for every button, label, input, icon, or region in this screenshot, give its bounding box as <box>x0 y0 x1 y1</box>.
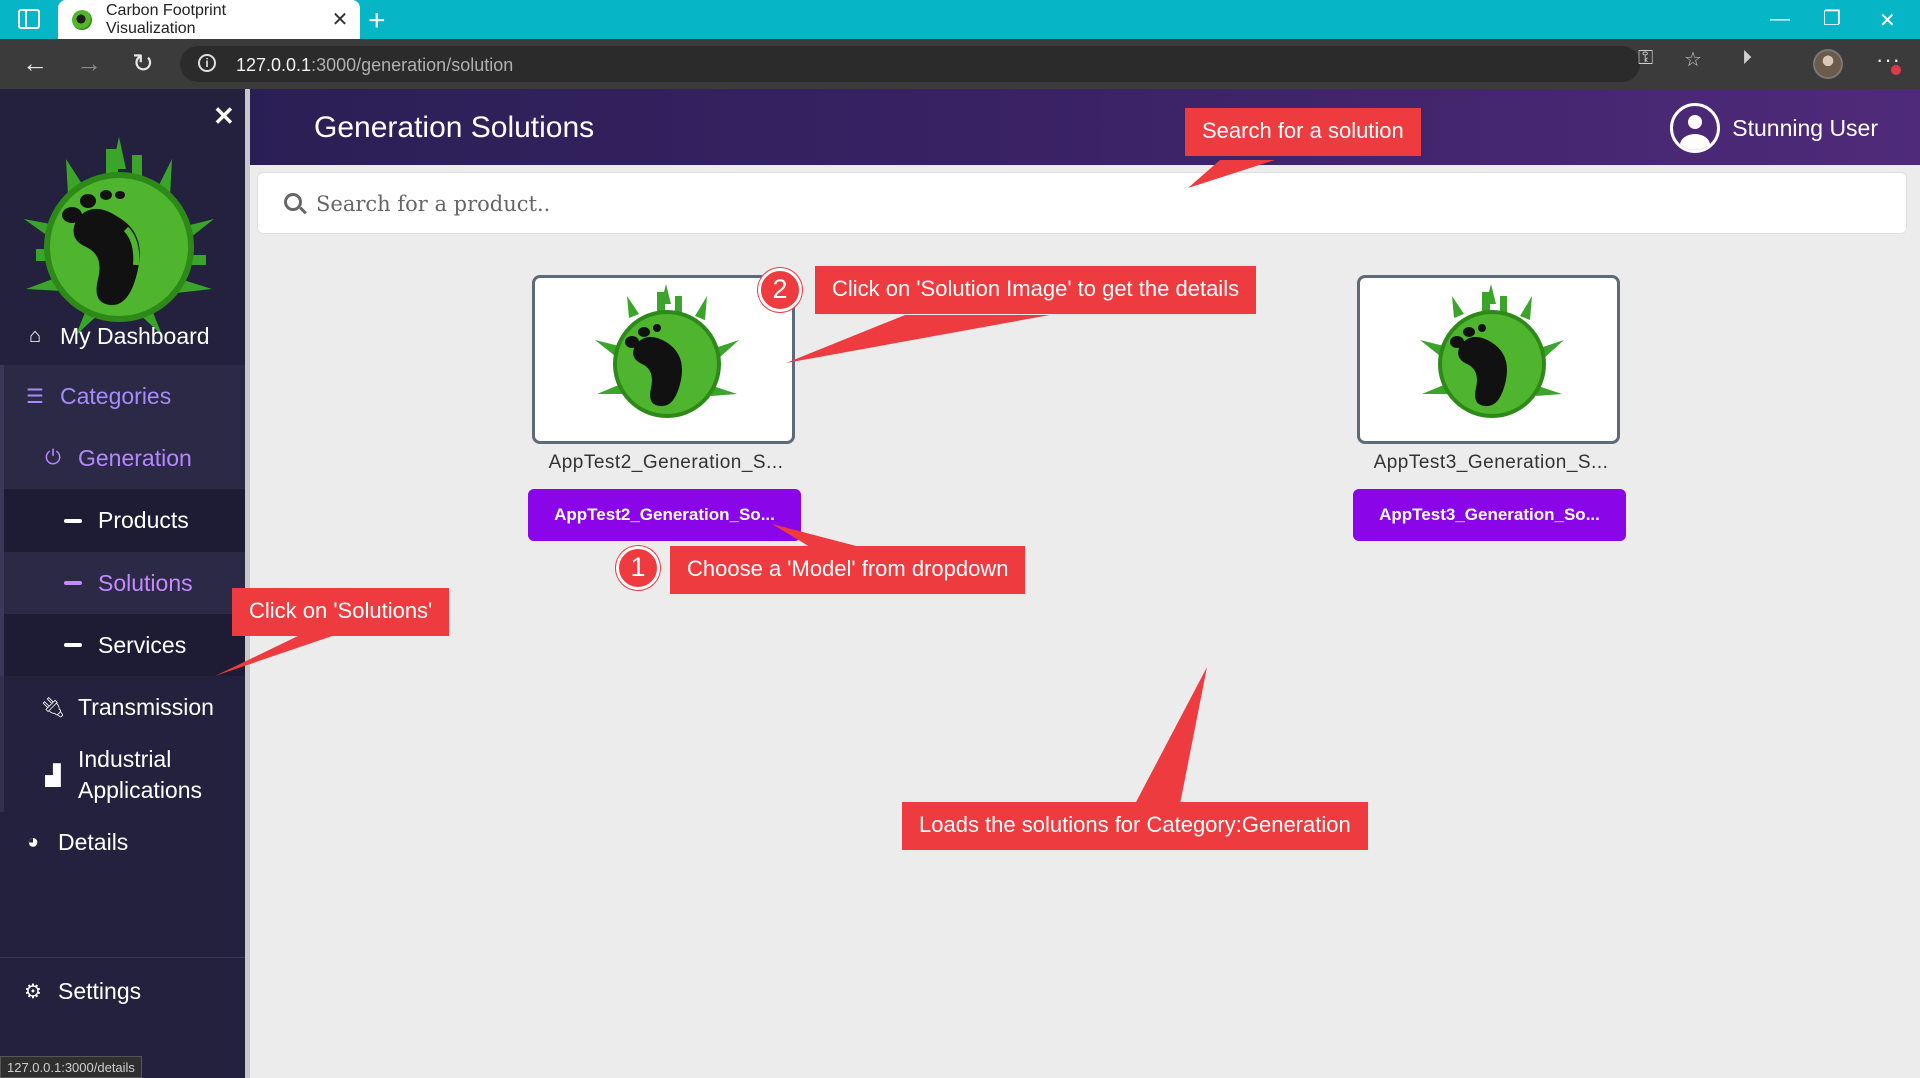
url-host: 127.0.0.1 <box>236 55 312 75</box>
minimize-icon[interactable]: — <box>1770 8 1790 31</box>
tab-close-icon[interactable]: ✕ <box>320 7 360 32</box>
sidebar-item-generation[interactable]: ⏻ Generation <box>0 427 245 489</box>
list-icon: ☰ <box>26 385 44 408</box>
favorites-icon[interactable]: ☆ <box>1684 47 1702 72</box>
sidebar-toggle-icon[interactable] <box>18 9 40 29</box>
user-menu[interactable]: Stunning User <box>1670 103 1878 153</box>
label-line-2: Applications <box>78 777 203 803</box>
solution-model-dropdown-button[interactable]: AppTest3_Generation_So... <box>1353 489 1626 541</box>
step-2-badge: 2 <box>758 268 802 312</box>
solution-card: AppTest3_Generation_S... AppTest3_Genera… <box>1353 275 1629 545</box>
sidebar-divider <box>0 957 245 958</box>
solution-image[interactable] <box>532 275 795 444</box>
page-title: Generation Solutions <box>314 111 595 144</box>
dash-icon <box>64 518 82 523</box>
sidebar-item-label: Services <box>98 631 187 658</box>
back-icon[interactable]: ← <box>22 48 48 78</box>
label-line-1: Industrial <box>78 746 172 772</box>
url-field[interactable]: i 127.0.0.1:3000/generation/solution <box>180 46 1640 82</box>
user-avatar-icon <box>1670 103 1721 153</box>
search-hint-callout: Search for a solution <box>1185 108 1421 156</box>
sidebar-item-solutions[interactable]: Solutions <box>0 552 245 614</box>
loads-hint-callout: Loads the solutions for Category:Generat… <box>902 802 1368 850</box>
sidebar-item-label: Generation <box>78 444 192 471</box>
step-2-callout: Click on 'Solution Image' to get the det… <box>815 266 1257 314</box>
status-url-bar: 127.0.0.1:3000/details <box>0 1056 142 1078</box>
sidebar-item-label: Products <box>98 507 189 533</box>
page-header: Generation Solutions Stunning User <box>250 89 1920 165</box>
tab-favicon-icon <box>72 9 92 30</box>
search-icon <box>284 193 302 211</box>
solution-logo-image <box>595 284 739 418</box>
solution-model-dropdown-button[interactable]: AppTest2_Generation_So... <box>528 489 801 541</box>
sidebar-item-details[interactable]: ◕ Details <box>0 812 245 872</box>
home-icon: ⌂ <box>28 324 42 347</box>
sidebar: ✕ ⌂ My Dashboard ☰ Categories ⏻ Generati… <box>0 89 245 1078</box>
notification-badge <box>1889 63 1903 77</box>
restore-icon[interactable]: ❐ <box>1823 6 1841 31</box>
search-input[interactable] <box>316 187 1816 221</box>
dash-icon <box>64 581 82 585</box>
sidebar-item-services[interactable]: Services <box>0 614 245 676</box>
sidebar-item-transmission[interactable]: 🔌︎ Transmission <box>0 676 245 738</box>
key-icon[interactable]: ⚿ <box>1638 47 1653 70</box>
dash-icon <box>64 643 82 647</box>
refresh-icon[interactable]: ↻ <box>132 48 154 78</box>
sidebar-item-label: My Dashboard <box>60 322 210 349</box>
solution-logo-image <box>1420 284 1564 418</box>
solution-image[interactable] <box>1357 275 1620 444</box>
power-icon: ⏻ <box>45 446 61 469</box>
sidebar-item-industrial-applications[interactable]: ▟ Industrial Applications <box>0 738 245 812</box>
sidebar-close-icon[interactable]: ✕ <box>213 101 235 132</box>
forward-icon[interactable]: → <box>76 48 102 78</box>
solution-name: AppTest2_Generation_S... <box>548 452 784 473</box>
sidebar-indent-bar <box>0 676 4 812</box>
sidebar-scrollbar[interactable] <box>245 89 250 1078</box>
loads-hint-pointer <box>1135 667 1207 804</box>
tab-title: Carbon Footprint Visualization <box>106 1 227 37</box>
profile-avatar[interactable] <box>1813 49 1843 79</box>
sidebar-item-products[interactable]: Products <box>0 489 245 552</box>
sidebar-item-dashboard[interactable]: ⌂ My Dashboard <box>0 307 245 365</box>
sidebar-item-label: Industrial Applications <box>78 744 202 806</box>
sidebar-item-label: Categories <box>60 382 172 409</box>
info-icon[interactable]: i <box>198 54 216 72</box>
browser-tab-bar: Carbon Footprint Visualization ✕ + — ❐ ✕ <box>0 0 1920 39</box>
window-close-icon[interactable]: ✕ <box>1879 8 1896 33</box>
step-1-badge: 1 <box>616 546 660 590</box>
url-path: :3000/generation/solution <box>311 55 514 75</box>
sidebar-indent-bar <box>0 365 4 676</box>
search-bar <box>257 172 1907 234</box>
plug-icon: 🔌︎ <box>40 696 66 719</box>
step-1-callout: Choose a 'Model' from dropdown <box>670 546 1026 594</box>
gears-icon: ⚙ <box>24 980 42 1003</box>
step2-pointer <box>786 315 1050 363</box>
sidebar-item-label: Solutions <box>98 569 193 596</box>
factory-icon: ▟ <box>45 764 61 787</box>
sidebar-item-label: Transmission <box>78 693 214 720</box>
address-bar-row: ← → ↻ i 127.0.0.1:3000/generation/soluti… <box>0 39 1920 89</box>
user-name: Stunning User <box>1732 114 1878 141</box>
new-tab-plus-icon[interactable]: + <box>368 4 386 38</box>
solution-card: AppTest2_Generation_S... AppTest2_Genera… <box>528 275 804 545</box>
sidebar-item-categories[interactable]: ☰ Categories <box>0 365 245 427</box>
solution-name: AppTest3_Generation_S... <box>1373 452 1609 473</box>
media-icon[interactable]: ⏵ <box>1742 47 1752 70</box>
sidebar-item-settings[interactable]: ⚙ Settings <box>0 969 245 1013</box>
browser-tab[interactable]: Carbon Footprint Visualization ✕ <box>58 0 360 39</box>
sidebar-item-label: Settings <box>58 977 142 1004</box>
sidebar-item-label: Details <box>58 828 129 855</box>
pie-chart-icon: ◕ <box>26 830 40 853</box>
url-text: 127.0.0.1:3000/generation/solution <box>236 55 513 76</box>
solutions-hint-callout: Click on 'Solutions' <box>232 588 450 636</box>
